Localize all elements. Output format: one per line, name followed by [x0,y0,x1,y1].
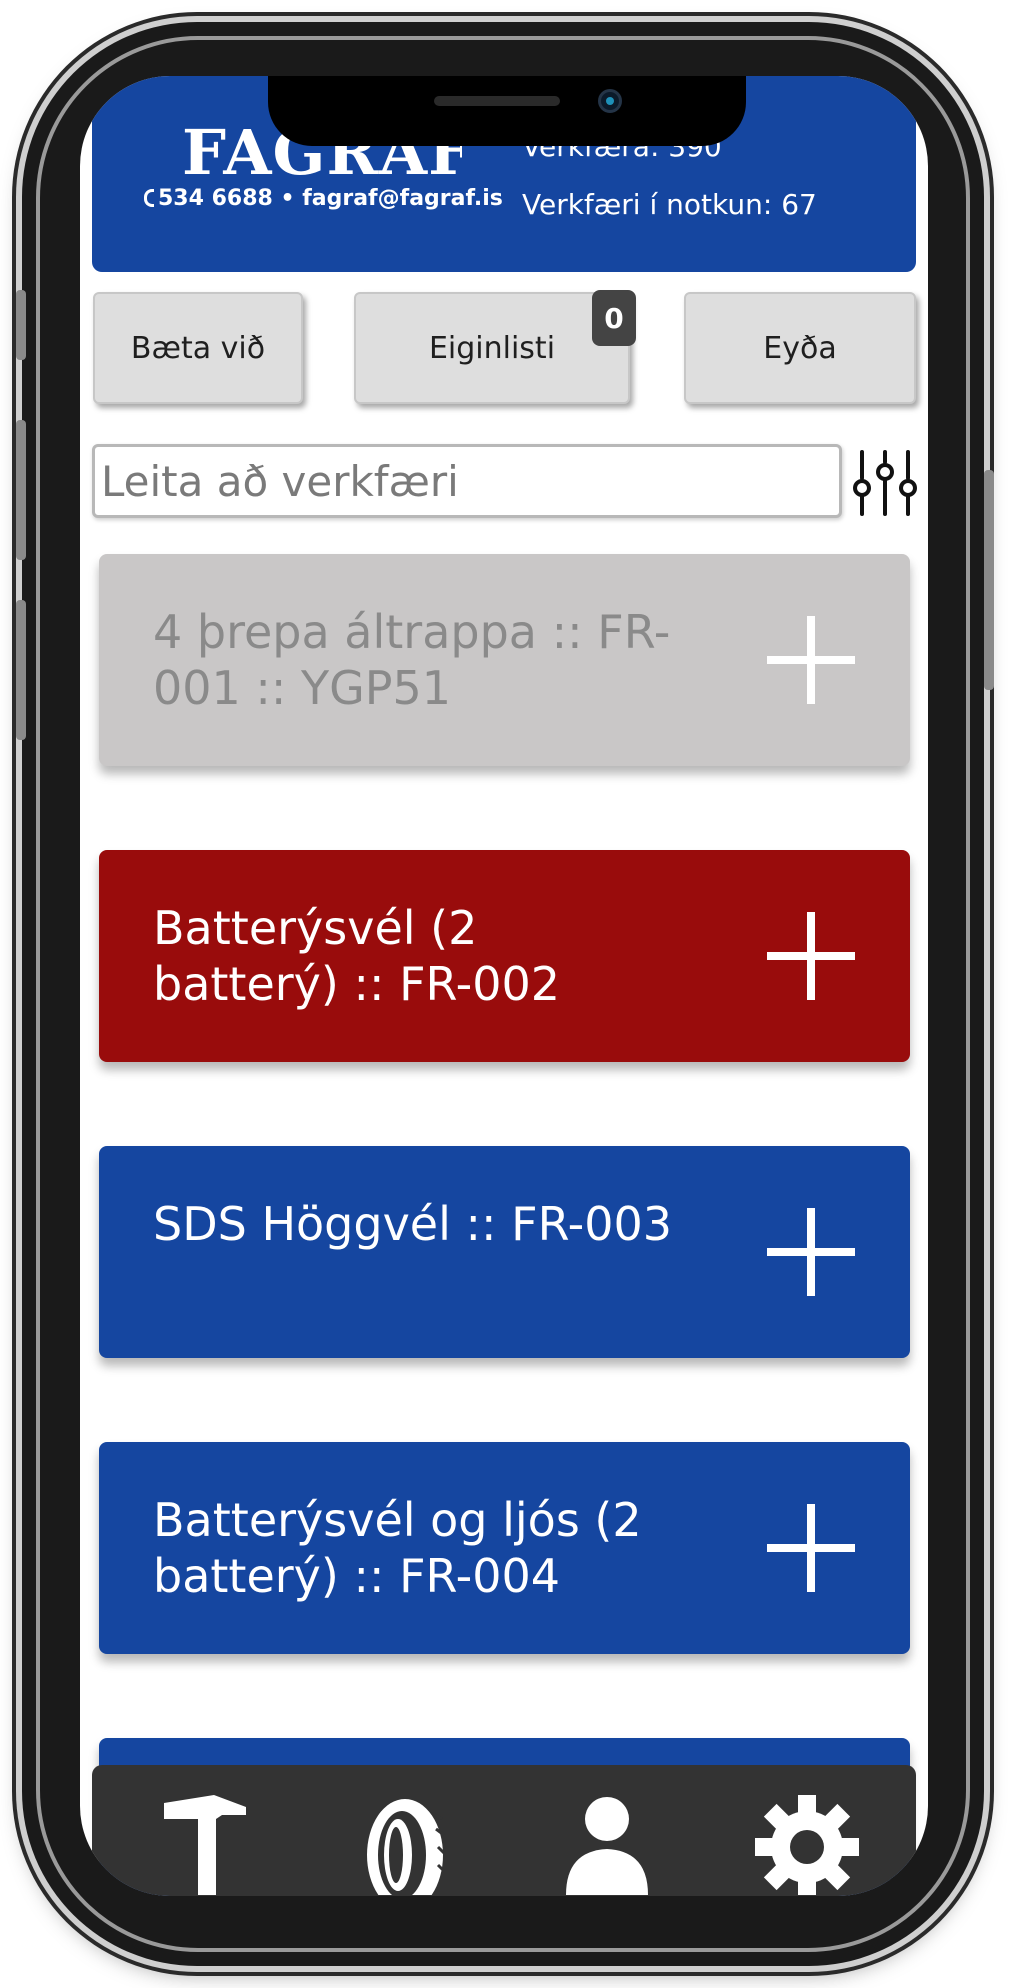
delete-button[interactable]: Eyða [684,292,916,404]
contact-text: 534 6688 • fagraf@fagraf.is [158,186,503,211]
bottom-nav [92,1765,916,1896]
nav-tire-icon[interactable] [350,1785,460,1895]
add-tool-button[interactable]: Bæta við [93,292,303,404]
phone-icon [144,189,154,207]
plus-icon[interactable] [767,1208,855,1296]
phone-mute-switch [16,290,26,360]
tool-name: 4 þrepa áltrappa :: FR-001 :: YGP51 [153,605,671,715]
own-list-count-badge: 0 [592,290,636,346]
own-list-label: Eiginlisti [428,330,556,366]
plus-icon[interactable] [767,1504,855,1592]
nav-user-icon[interactable] [552,1785,662,1895]
tool-name: Batterýsvél (2 batterý) :: FR-002 [153,901,561,1011]
phone-power-button [984,470,994,690]
front-camera [598,89,622,113]
own-list-button[interactable]: Eiginlisti 0 [354,290,636,404]
phone-volume-up [16,420,26,560]
nav-tools-hammer-icon[interactable] [150,1785,260,1895]
tool-name: Batterýsvél og ljós (2 batterý) :: FR-00… [153,1493,642,1603]
search-input[interactable] [92,444,842,518]
tool-card[interactable]: Batterýsvél og ljós (2 batterý) :: FR-00… [99,1442,910,1654]
earpiece-speaker [434,96,560,106]
plus-icon[interactable] [767,616,855,704]
tool-card[interactable]: SDS Höggvél :: FR-003 [99,1146,910,1358]
add-tool-label: Bæta við [130,330,266,366]
phone-screen: FAGRAF 534 6688 • fagraf@fagraf.is Verkf… [80,76,928,1896]
phone-notch [268,76,746,146]
tool-card[interactable]: Batterýsvél (2 batterý) :: FR-002 [99,850,910,1062]
tool-name: SDS Höggvél :: FR-003 [153,1197,673,1251]
nav-settings-gear-icon[interactable] [752,1785,862,1895]
phone-volume-down [16,600,26,740]
tool-card[interactable]: 4 þrepa áltrappa :: FR-001 :: YGP51 [99,554,910,766]
tools-in-use-count: Verkfæri í notkun: 67 [522,188,817,221]
contact-info: 534 6688 • fagraf@fagraf.is [144,186,503,211]
delete-label: Eyða [763,330,837,366]
plus-icon[interactable] [767,912,855,1000]
filter-sliders-icon[interactable] [852,448,918,518]
